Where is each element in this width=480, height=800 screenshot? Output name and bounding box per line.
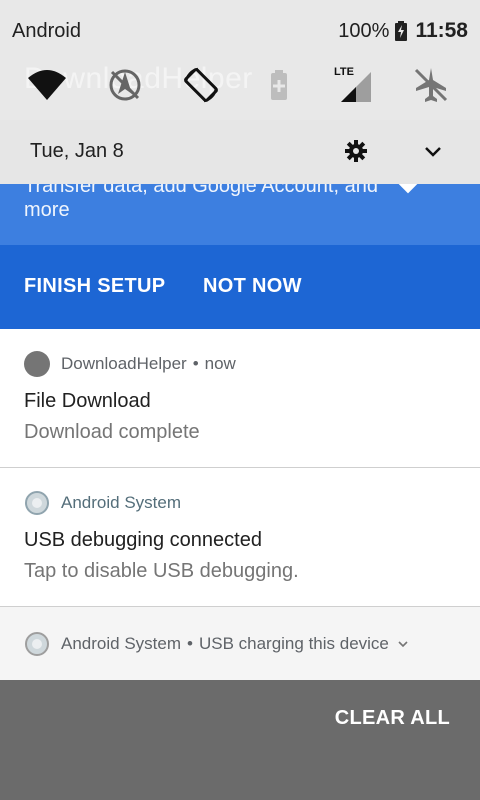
setup-card-notch bbox=[396, 184, 420, 194]
clock: 11:58 bbox=[415, 19, 468, 42]
battery-percent: 100% bbox=[338, 19, 390, 42]
setup-card: Transfer data, add Google Account, and m… bbox=[0, 184, 480, 329]
not-now-button[interactable]: NOT NOW bbox=[203, 275, 302, 298]
notification-title: USB debugging connected bbox=[24, 529, 262, 551]
date-row: Tue, Jan 8 bbox=[0, 120, 480, 184]
notification-time: now bbox=[204, 354, 236, 373]
separator-dot: • bbox=[192, 354, 199, 373]
notification-footer: CLEAR ALL bbox=[0, 680, 480, 800]
airplane-mode-icon[interactable] bbox=[410, 64, 452, 106]
battery-saver-icon[interactable] bbox=[258, 64, 300, 106]
finish-setup-button[interactable]: FINISH SETUP bbox=[24, 275, 165, 298]
notification-app-name: DownloadHelper bbox=[61, 354, 187, 373]
chevron-down-icon[interactable] bbox=[420, 138, 446, 164]
notification-header: Android System • USB charging this devic… bbox=[24, 631, 409, 657]
notification-download[interactable]: DownloadHelper • now File Download Downl… bbox=[0, 329, 480, 467]
setup-card-text: Transfer data, add Google Account, and m… bbox=[24, 184, 378, 221]
notification-header: DownloadHelper • now bbox=[24, 351, 236, 377]
notification-summary: USB charging this device bbox=[198, 634, 389, 653]
android-system-icon bbox=[25, 632, 49, 656]
carrier-label: Android bbox=[12, 20, 81, 42]
notification-usb-charging[interactable]: Android System • USB charging this devic… bbox=[0, 607, 480, 680]
notification-body: Tap to disable USB debugging. bbox=[24, 560, 299, 582]
notification-title: File Download bbox=[24, 390, 151, 412]
status-right: 100% 11:58 bbox=[338, 19, 468, 43]
setup-card-actions: FINISH SETUP NOT NOW bbox=[0, 245, 480, 329]
notification-body: Download complete bbox=[24, 421, 200, 443]
lte-label: LTE bbox=[334, 66, 354, 78]
location-off-icon[interactable] bbox=[104, 64, 146, 106]
notification-usb-debugging[interactable]: Android System USB debugging connected T… bbox=[0, 468, 480, 606]
android-system-icon bbox=[25, 491, 49, 515]
auto-rotate-icon[interactable] bbox=[180, 64, 222, 106]
notification-header: Android System bbox=[24, 490, 181, 516]
clear-all-button[interactable]: CLEAR ALL bbox=[335, 707, 450, 730]
wifi-icon[interactable] bbox=[26, 64, 68, 106]
quick-settings-row: DownloadHelper LTE bbox=[0, 52, 480, 120]
separator-dot: • bbox=[187, 634, 193, 653]
status-bar: Android 100% 11:58 bbox=[0, 0, 480, 60]
lte-signal-icon[interactable]: LTE bbox=[333, 64, 375, 106]
date-label: Tue, Jan 8 bbox=[30, 140, 124, 162]
expand-chevron-icon[interactable] bbox=[397, 638, 409, 650]
notification-app-name: Android System bbox=[61, 493, 181, 512]
downloadhelper-app-icon bbox=[24, 351, 50, 377]
gear-icon[interactable] bbox=[343, 138, 369, 164]
battery-charging-icon bbox=[395, 21, 408, 41]
notification-app-name: Android System bbox=[61, 634, 181, 653]
